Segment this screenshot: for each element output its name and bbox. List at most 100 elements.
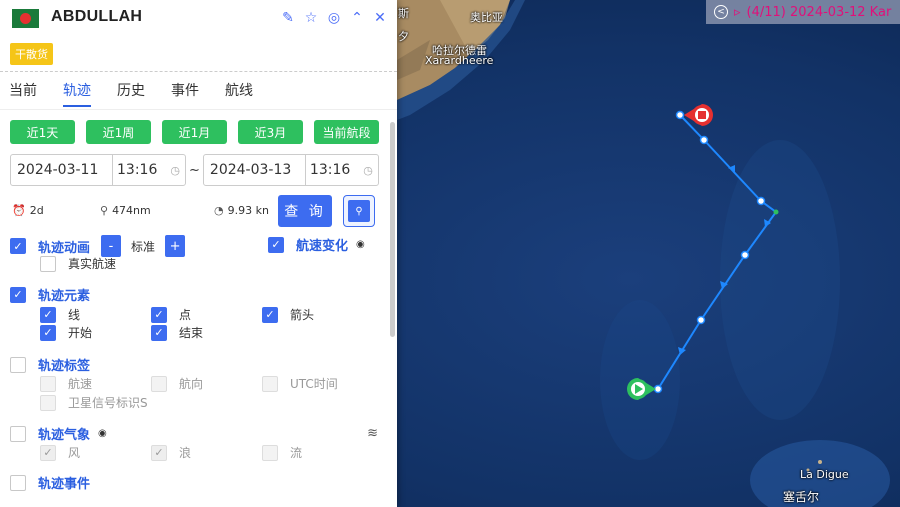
animation-checkbox[interactable]: ✓ [10,238,26,254]
track-point[interactable] [699,135,709,145]
edit-icon[interactable]: ✎ [281,10,295,26]
panel-tabs: 当前 轨迹 历史 事件 航线 [0,72,397,110]
speed-stat: ◔ 9.93 kn [214,204,269,217]
label-utc-label: UTC时间 [290,377,338,391]
map-label-seychelles: 塞舌尔 [783,490,820,504]
range-1day-button[interactable]: 近1天 [10,120,75,144]
speed-change-checkbox[interactable]: ✓ [268,236,284,253]
label-satellite-checkbox[interactable] [40,394,56,411]
map-mode-button[interactable]: ⚲ [343,195,375,227]
animation-label: 轨迹动画 [38,240,91,256]
map-label-harardhere: Xarardheere [425,54,494,67]
collapse-icon[interactable]: ⌃ [350,10,364,26]
element-point-checkbox[interactable]: ✓ [151,306,167,323]
eye-icon[interactable]: ◉ [98,428,107,439]
range-buttons: 近1天 近1周 近1月 近3月 当前航段 [10,120,387,144]
start-time-field[interactable]: 13:16 ◷ [113,155,185,185]
speed-plus-button[interactable]: + [165,235,186,257]
track-point[interactable] [756,196,766,206]
end-time-field[interactable]: 13:16 ◷ [306,155,378,185]
labels-checkbox[interactable] [10,356,26,373]
ship-name: ABDULLAH [51,8,143,25]
element-line-checkbox[interactable]: ✓ [40,306,56,323]
tab-current[interactable]: 当前 [9,72,37,109]
track-stats: ⏰ 2d ⚲ 474nm ◔ 9.93 kn 查 询 ⚲ [10,195,387,227]
map-label-la-digue: La Digue [800,468,849,481]
megaphone-icon: ▹ [734,4,741,20]
label-heading-checkbox[interactable] [151,375,167,392]
weather-current-checkbox[interactable] [262,444,278,461]
distance-value: 474nm [112,204,151,217]
query-button[interactable]: 查 询 [278,195,332,227]
range-1week-button[interactable]: 近1周 [86,120,151,144]
label-heading-row: 航向 [151,375,203,392]
label-speed-label: 航速 [68,377,93,391]
close-icon[interactable]: ✕ [373,10,387,26]
weather-wind-checkbox[interactable]: ✓ [40,444,56,461]
element-arrow-checkbox[interactable]: ✓ [262,306,278,323]
speed-change-label: 航速变化 [296,239,349,254]
ship-type-tag: 干散货 [10,43,53,65]
back-icon[interactable]: < [714,5,728,19]
elements-checkbox[interactable]: ✓ [10,286,26,303]
real-speed-checkbox[interactable] [40,255,56,272]
label-speed-checkbox[interactable] [40,375,56,392]
track-point[interactable] [675,110,685,120]
end-time-value: 13:16 [309,162,351,178]
banner-text: (4/11) 2024-03-12 Kar [746,4,892,20]
events-label: 轨迹事件 [38,477,91,492]
alarm-clock-icon: ⏰ [12,204,26,217]
end-date-field[interactable]: 2024-03-13 [204,155,306,185]
speed-minus-button[interactable]: - [101,235,122,257]
start-time-value: 13:16 [117,162,158,178]
element-arrow-row: ✓ 箭头 [262,306,314,323]
range-1month-button[interactable]: 近1月 [162,120,227,144]
date-range: 2024-03-11 13:16 ◷ ~ 2024-03-13 13:16 ◷ [10,154,387,186]
weather-wind-label: 风 [68,446,81,460]
weather-current-row: 流 [262,444,302,461]
track-point[interactable] [696,315,706,325]
elements-label: 轨迹元素 [38,289,91,304]
track-point[interactable] [740,250,750,260]
playback-banner[interactable]: < ▹ (4/11) 2024-03-12 Kar [706,0,900,24]
tab-track[interactable]: 轨迹 [63,72,91,109]
tab-events[interactable]: 事件 [171,72,199,109]
weather-wave-checkbox[interactable]: ✓ [151,444,167,461]
tab-history[interactable]: 历史 [117,72,145,109]
weather-wind-row: ✓ 风 [40,444,80,461]
element-end-checkbox[interactable]: ✓ [151,324,167,341]
weather-row: 轨迹气象 ◉ ≋ [10,424,378,443]
map-pins-icon: ⚲ [348,200,370,222]
map-label-fragment: 斯 [398,7,409,20]
tab-route[interactable]: 航线 [225,72,253,109]
distance-stat: ⚲ 474nm [100,204,151,217]
track-options: ✓ 轨迹动画 - 标准 + ✓ 航速变化 ◉ 真实航速 ✓ 轨迹元素 ✓ 线 ✓… [10,227,387,492]
element-start-row: ✓ 开始 [40,324,92,341]
ship-panel: ABDULLAH ✎ ☆ ◎ ⌃ ✕ 干散货 当前 轨迹 历史 事件 航线 近1… [0,0,397,507]
locate-icon[interactable]: ◎ [327,10,341,26]
weather-checkbox[interactable] [10,425,26,442]
element-start-checkbox[interactable]: ✓ [40,324,56,341]
clock-icon: ◷ [170,163,180,177]
eye-icon[interactable]: ◉ [356,239,365,250]
star-icon[interactable]: ☆ [304,10,318,26]
range-current-leg-button[interactable]: 当前航段 [314,120,379,144]
wind-icon[interactable]: ≋ [367,426,378,441]
scrollbar[interactable] [390,122,395,337]
start-datetime: 2024-03-11 13:16 ◷ [10,154,186,186]
label-utc-checkbox[interactable] [262,375,278,392]
duration-stat: ⏰ 2d [12,204,44,217]
label-utc-row: UTC时间 [262,375,338,392]
element-start-label: 开始 [68,326,93,340]
range-3month-button[interactable]: 近3月 [238,120,303,144]
speed-change-row: ✓ 航速变化 ◉ [268,235,365,254]
current-position-dot[interactable] [773,209,779,215]
events-checkbox[interactable] [10,474,26,491]
weather-wave-label: 浪 [179,446,192,460]
start-date-field[interactable]: 2024-03-11 [11,155,113,185]
panel-header: ABDULLAH ✎ ☆ ◎ ⌃ ✕ 干散货 [0,0,397,72]
label-satellite-label: 卫星信号标识S [68,396,148,410]
weather-wave-row: ✓ 浪 [151,444,191,461]
element-point-label: 点 [179,308,192,322]
end-date-value: 2024-03-13 [209,162,292,178]
